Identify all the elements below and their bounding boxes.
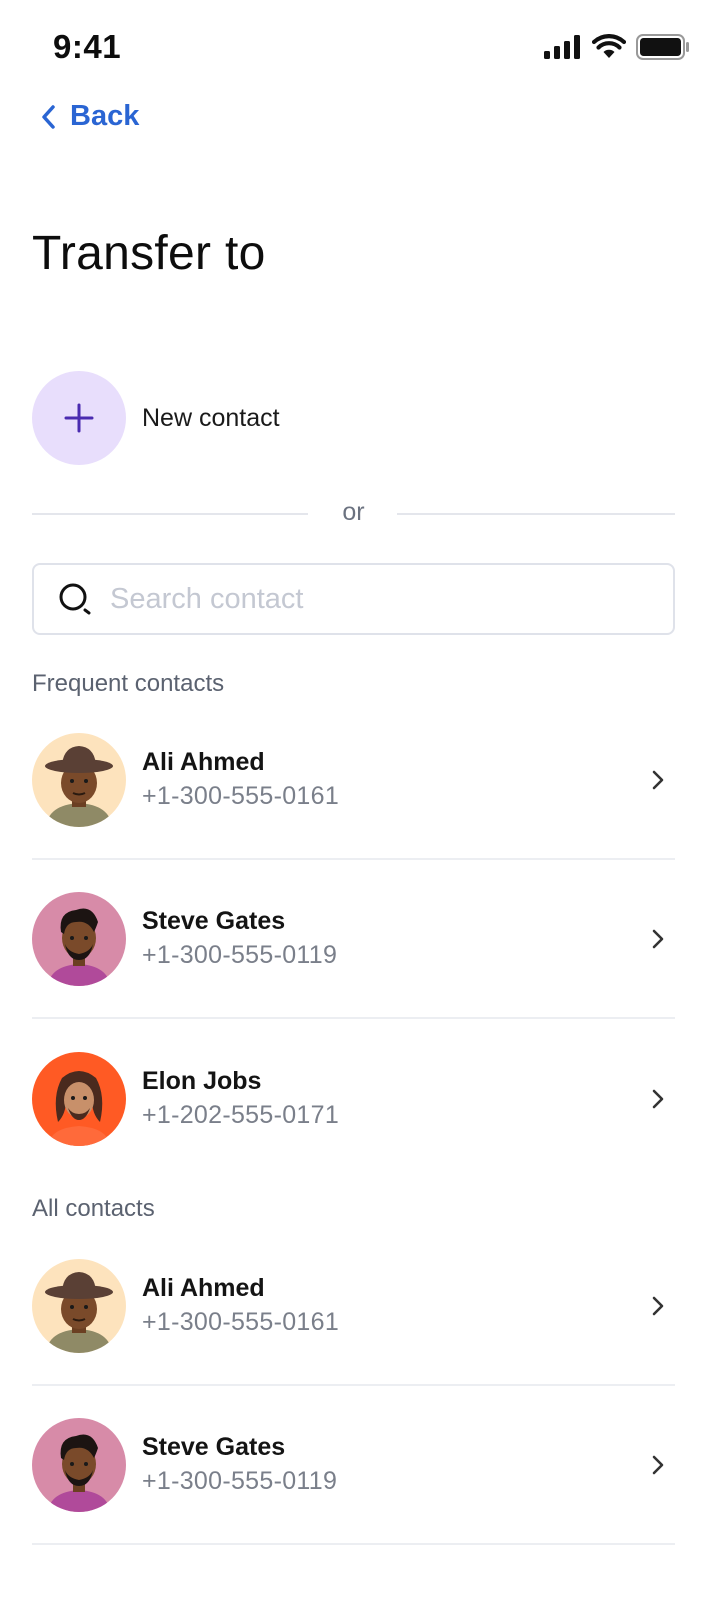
frequent-contacts-label: Frequent contacts <box>32 670 225 697</box>
chevron-right-icon <box>652 1296 664 1315</box>
contact-row[interactable]: Steve Gates +1-300-555-0119 <box>32 1386 675 1545</box>
back-button[interactable]: Back <box>40 100 139 133</box>
plus-circle <box>32 371 126 465</box>
contact-phone: +1-300-555-0119 <box>142 1466 338 1495</box>
contact-phone: +1-300-555-0161 <box>142 1307 340 1336</box>
search-field[interactable] <box>32 563 675 635</box>
status-time: 9:41 <box>53 28 122 65</box>
chevron-right-icon <box>652 1089 664 1108</box>
avatar <box>32 1051 126 1146</box>
contact-name: Ali Ahmed <box>142 747 265 776</box>
contact-phone: +1-300-555-0161 <box>142 781 340 810</box>
signal-icon <box>544 35 580 59</box>
avatar <box>32 732 126 827</box>
battery-icon <box>636 34 689 60</box>
chevron-right-icon <box>652 1455 664 1474</box>
wifi-icon <box>592 34 626 58</box>
avatar <box>32 1258 126 1353</box>
all-contacts-label: All contacts <box>32 1195 155 1222</box>
new-contact-label: New contact <box>142 403 280 432</box>
contact-phone: +1-202-555-0171 <box>142 1100 340 1129</box>
back-label: Back <box>70 100 140 132</box>
avatar <box>32 891 126 986</box>
contact-phone: +1-300-555-0119 <box>142 940 338 969</box>
contact-name: Elon Jobs <box>142 1066 262 1095</box>
new-contact-button[interactable]: New contact <box>32 371 280 465</box>
or-divider: or <box>32 498 675 530</box>
contact-name: Ali Ahmed <box>142 1273 265 1302</box>
contact-row[interactable]: Ali Ahmed +1-300-555-0161 <box>32 701 675 860</box>
contact-row[interactable]: Steve Gates +1-300-555-0119 <box>32 860 675 1019</box>
contact-row[interactable]: Elon Jobs +1-202-555-0171 <box>32 1019 675 1178</box>
plus-icon <box>64 403 94 433</box>
divider-line-right <box>397 513 675 515</box>
page-title: Transfer to <box>32 227 266 280</box>
chevron-right-icon <box>652 929 664 948</box>
avatar <box>32 1417 126 1512</box>
search-input[interactable] <box>110 582 630 616</box>
search-icon <box>59 583 91 615</box>
chevron-left-icon <box>42 104 55 129</box>
contact-row[interactable]: Ali Ahmed +1-300-555-0161 <box>32 1227 675 1386</box>
chevron-right-icon <box>652 770 664 789</box>
contact-name: Steve Gates <box>142 1432 286 1461</box>
status-icons <box>544 34 690 60</box>
contact-name: Steve Gates <box>142 906 286 935</box>
transfer-screen: 9:41 Back Transfer to New contact or Sea… <box>0 0 720 1600</box>
